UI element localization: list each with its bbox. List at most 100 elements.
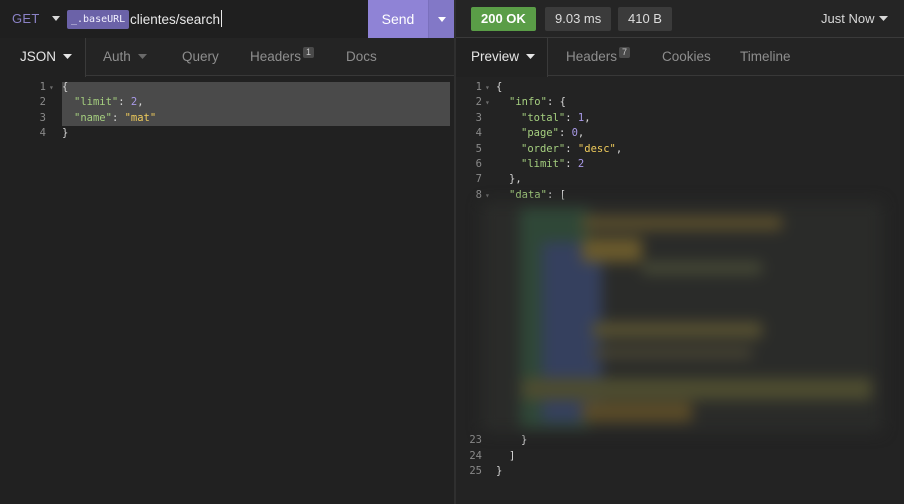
code-content: } [496, 464, 502, 479]
code-content: "data": [ [509, 188, 566, 203]
fold-arrow-icon[interactable]: ▾ [49, 80, 54, 95]
tab-response-headers[interactable]: Headers 7 [566, 38, 631, 76]
tab-timeline[interactable]: Timeline [740, 38, 791, 76]
brace: { [62, 81, 69, 93]
line-number: 2 [39, 96, 46, 109]
line-number: 6 [475, 158, 482, 170]
colon: : [565, 158, 578, 170]
caret-down-icon [879, 16, 889, 21]
line-number: 8 [475, 188, 482, 201]
punctuation: : [ [546, 188, 566, 201]
line-number: 5 [475, 142, 482, 155]
fold-arrow-icon[interactable]: ▾ [485, 188, 490, 203]
line-number: 25 [469, 465, 482, 477]
colon: : [565, 142, 578, 155]
tab-label: JSON [20, 49, 57, 64]
caret-down-icon [438, 17, 446, 22]
line-number: 1 [475, 81, 482, 93]
request-tabs: JSON Auth Query Headers 1 Docs [0, 38, 454, 77]
caret-down-icon [63, 54, 73, 59]
url-bar: GET _.baseURL clientes/search Send [0, 0, 454, 38]
json-key: "name" [74, 111, 112, 124]
tab-docs[interactable]: Docs [346, 38, 377, 76]
tab-label: Docs [346, 49, 377, 64]
brace: }, [509, 173, 522, 186]
response-history-dropdown[interactable]: Just Now [821, 11, 889, 26]
send-options-button[interactable] [428, 0, 454, 38]
headers-count-badge: 7 [619, 47, 631, 58]
tab-label: Headers [250, 49, 302, 64]
tab-cookies[interactable]: Cookies [662, 38, 711, 76]
json-value: "desc" [577, 142, 616, 155]
line-number: 2 [475, 96, 482, 109]
method-selector[interactable]: GET [12, 11, 40, 26]
brace: } [521, 434, 528, 447]
comma: , [584, 111, 591, 124]
code-content: "limit": 2, [74, 95, 144, 110]
line-number: 3 [39, 111, 46, 124]
tab-query[interactable]: Query [182, 38, 219, 76]
url-path[interactable]: clientes/search [130, 12, 220, 27]
line-number: 3 [475, 111, 482, 124]
headers-count-badge: 1 [303, 47, 315, 58]
json-key: "limit" [74, 96, 119, 109]
code-content: "total": 1, [521, 111, 591, 126]
response-tabs: Preview Headers 7 Cookies Timeline [456, 38, 904, 77]
code-content: ] [509, 449, 515, 464]
comma: , [615, 142, 623, 155]
line-number: 4 [39, 127, 46, 140]
line-number: 4 [475, 127, 482, 140]
brace: } [496, 465, 503, 477]
history-label: Just Now [821, 11, 875, 26]
json-key: "info" [509, 96, 547, 109]
request-body-editor[interactable]: 1 ▾ {2 "limit": 2, 3 "name": "mat" 4} [0, 80, 450, 150]
line-number: 1 [39, 81, 46, 93]
json-key: "limit" [521, 158, 566, 170]
punctuation: : { [546, 96, 566, 109]
colon: : [565, 111, 578, 124]
code-content: } [62, 126, 68, 141]
caret-down-icon [137, 54, 147, 59]
caret-down-icon [526, 54, 536, 59]
json-value: 2 [577, 158, 585, 170]
json-key: "data" [509, 188, 547, 201]
code-content: "limit": 2 [521, 157, 584, 172]
code-content: "name": "mat" [74, 111, 156, 126]
tab-label: Query [182, 49, 219, 64]
code-content: "page": 0, [521, 126, 584, 141]
comma: , [577, 127, 585, 140]
tab-preview[interactable]: Preview [456, 38, 548, 77]
line-number: 7 [475, 173, 482, 186]
fold-arrow-icon[interactable]: ▾ [485, 95, 490, 110]
tab-label: Headers [566, 49, 618, 64]
caret-down-icon[interactable] [50, 12, 62, 24]
tab-label: Auth [103, 49, 131, 64]
url-input[interactable]: clientes/search [130, 10, 223, 29]
brace: { [496, 81, 503, 93]
tab-label: Cookies [662, 49, 711, 64]
tab-headers[interactable]: Headers 1 [250, 38, 315, 76]
comma: , [137, 96, 144, 109]
code-content: }, [509, 172, 522, 187]
fold-arrow-icon[interactable]: ▾ [485, 80, 490, 95]
code-content: "order": "desc", [521, 142, 622, 157]
brace: } [62, 127, 69, 140]
json-key: "page" [521, 127, 559, 140]
tab-auth[interactable]: Auth [103, 38, 147, 76]
tab-body-json[interactable]: JSON [0, 38, 86, 77]
code-content: { [496, 80, 502, 95]
base-url-tag[interactable]: _.baseURL [67, 10, 130, 29]
colon: : [558, 127, 572, 140]
json-key: "order" [521, 142, 566, 155]
response-time-badge: 9.03 ms [545, 7, 612, 31]
brace: ] [509, 449, 516, 462]
colon: : [118, 96, 131, 109]
send-button[interactable]: Send [368, 0, 428, 38]
json-key: "total" [521, 111, 566, 124]
line-number: 24 [469, 449, 482, 462]
tab-label: Timeline [740, 49, 791, 64]
code-content: "info": { [509, 95, 566, 110]
code-content: { [62, 80, 68, 95]
top-bar: GET _.baseURL clientes/search Send 200 O… [0, 0, 904, 38]
code-content: } [521, 433, 527, 448]
